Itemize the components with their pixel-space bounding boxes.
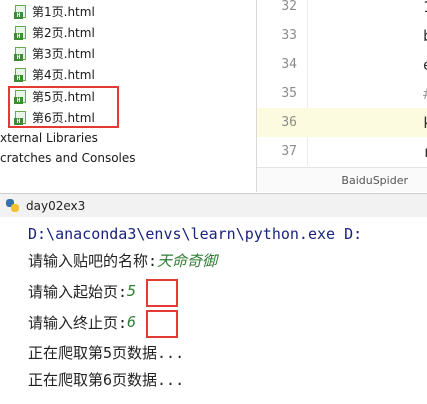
prompt-text: 请输入贴吧的名称: (28, 251, 158, 270)
code-fragment: e (423, 56, 427, 74)
user-input-name: 天命奇御 (157, 251, 218, 270)
editor-line[interactable]: 35 # (257, 79, 427, 108)
run-console[interactable]: D:\anaconda3\envs\learn\python.exe D: 请输… (20, 217, 427, 404)
run-toolbar (0, 217, 21, 404)
editor-breadcrumb[interactable]: BaiduSpider (257, 167, 427, 192)
console-prompt-end: 请输入终止页: 6 (28, 309, 136, 335)
run-tab-bar: day02ex3 (0, 193, 427, 217)
html-file-icon: H (14, 4, 28, 19)
html-file-icon: H (14, 25, 28, 40)
editor-line-current[interactable]: 36 k (257, 108, 427, 137)
file-name: 第3页.html (32, 47, 95, 61)
console-output-line: 正在爬取第5页数据... (28, 339, 184, 365)
run-config-tab[interactable]: day02ex3 (6, 198, 86, 213)
command-text: D:\anaconda3\envs\learn\python.exe D: (28, 225, 363, 243)
code-fragment: # (423, 85, 427, 103)
node-label: xternal Libraries (0, 131, 98, 145)
tree-file-3[interactable]: H 第3页.html (14, 43, 95, 64)
console-prompt-start: 请输入起始页: 5 (28, 278, 136, 304)
run-config-name: day02ex3 (26, 198, 86, 213)
tree-node-scratches[interactable]: cratches and Consoles (0, 148, 136, 165)
tree-node-external-libraries[interactable]: xternal Libraries (0, 128, 98, 148)
output-text: 正在爬取第5页数据... (28, 343, 185, 362)
user-input-end: 6 (127, 313, 137, 331)
editor-line[interactable]: 32 1 (257, 0, 427, 21)
code-editor[interactable]: 32 1 33 b 34 e 35 # 36 k 37 r BaiduSpide… (256, 0, 427, 192)
file-name: 第4页.html (32, 68, 95, 82)
breadcrumb-label: BaiduSpider (341, 173, 408, 187)
tree-file-4[interactable]: H 第4页.html (14, 64, 95, 85)
line-number: 37 (281, 144, 297, 159)
console-command-line: D:\anaconda3\envs\learn\python.exe D: (28, 221, 362, 247)
editor-line[interactable]: 37 r (257, 137, 427, 166)
code-fragment: b (423, 27, 427, 45)
file-name: 第2页.html (32, 26, 95, 40)
tree-file-1[interactable]: H 第1页.html (14, 1, 95, 22)
file-name: 第1页.html (32, 5, 95, 19)
line-number: 32 (281, 0, 297, 14)
html-file-icon: H (14, 67, 28, 82)
line-number: 34 (281, 57, 297, 72)
user-input-start: 5 (127, 282, 137, 300)
python-icon (6, 198, 20, 213)
prompt-text: 请输入终止页: (28, 313, 128, 332)
line-number: 35 (281, 86, 297, 101)
code-fragment: r (423, 143, 427, 161)
tree-file-2[interactable]: H 第2页.html (14, 22, 95, 43)
code-fragment: 1 (423, 0, 427, 16)
code-fragment: k (423, 114, 427, 132)
editor-line[interactable]: 34 e (257, 50, 427, 79)
console-output-line: 正在爬取第6页数据... (28, 366, 184, 392)
annotation-box-end (146, 310, 178, 338)
line-number: 36 (281, 115, 297, 130)
annotation-box-files (8, 86, 119, 128)
annotation-box-start (146, 279, 178, 307)
html-file-icon: H (14, 46, 28, 61)
node-label: cratches and Consoles (0, 151, 136, 165)
line-number: 33 (281, 28, 297, 43)
project-tree: H 第1页.html H 第2页.html H 第3页.html H 第4页.h… (0, 0, 256, 165)
console-prompt-name: 请输入贴吧的名称: 天命奇御 (28, 247, 217, 273)
output-text: 正在爬取第6页数据... (28, 370, 185, 389)
prompt-text: 请输入起始页: (28, 282, 128, 301)
editor-line[interactable]: 33 b (257, 21, 427, 50)
